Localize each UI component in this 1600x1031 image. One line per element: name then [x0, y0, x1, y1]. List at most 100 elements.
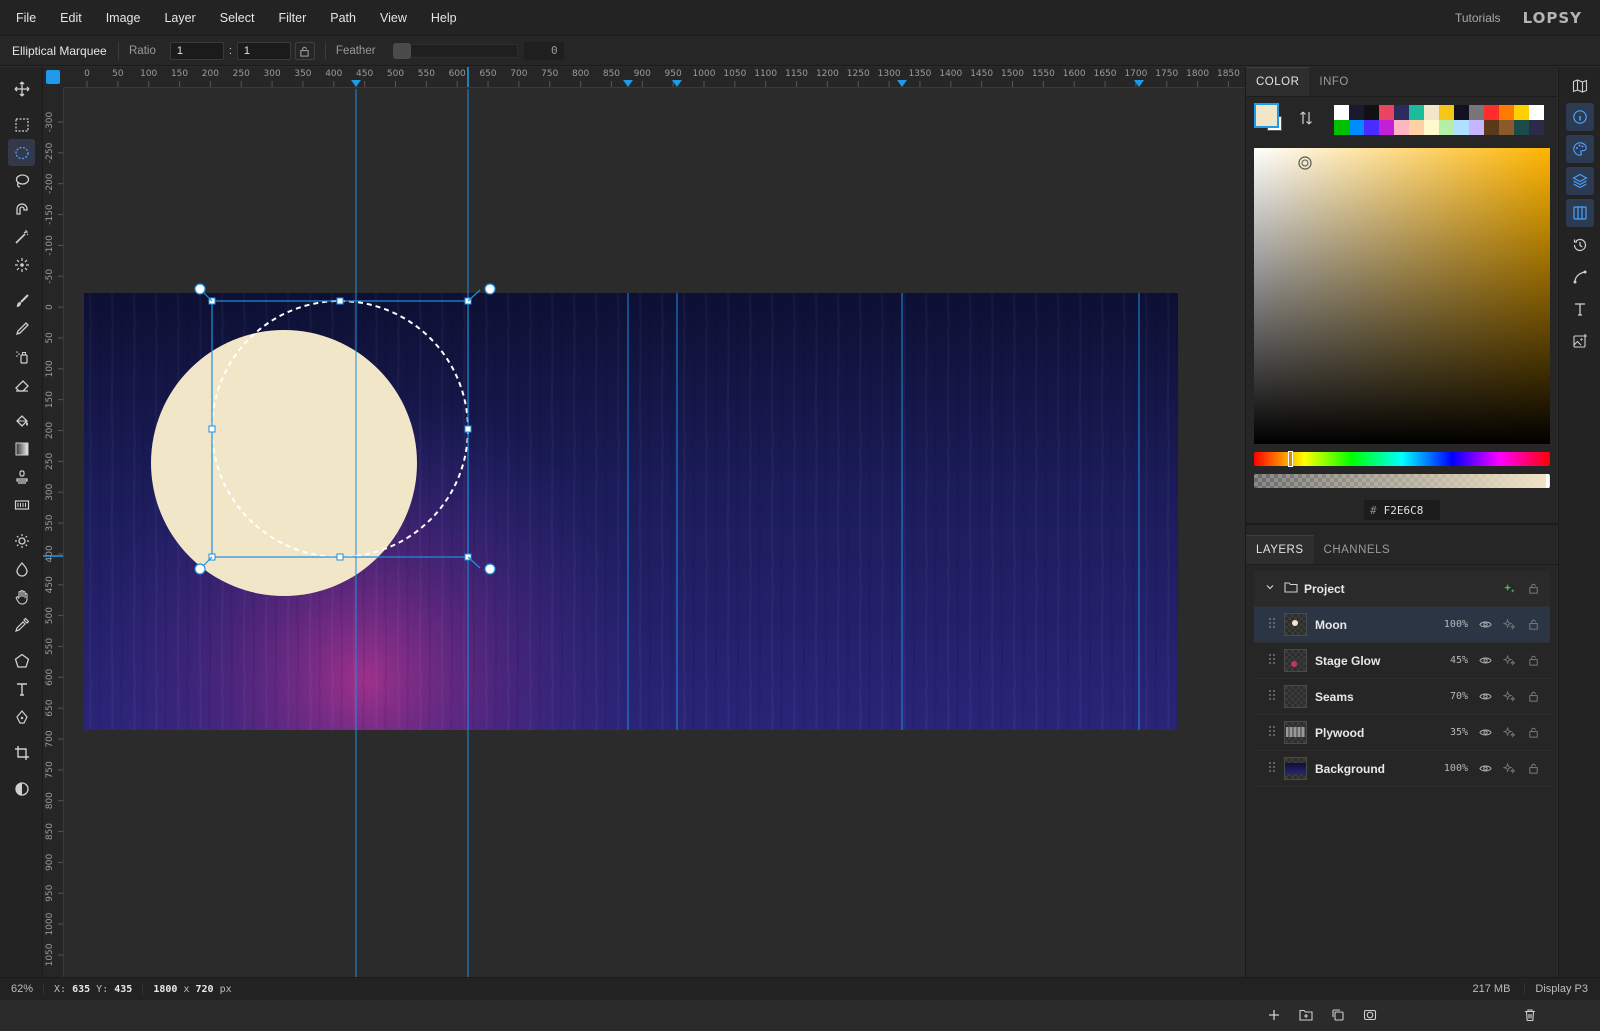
rotate-handle[interactable] — [484, 283, 496, 295]
layer-opacity[interactable]: 35% — [1428, 727, 1468, 738]
vertical-ruler[interactable]: -300 -250 -200 -150 -100 -50 0 50 100 150 200 250 30… — [43, 88, 64, 977]
tab-info[interactable]: INFO — [1309, 68, 1358, 96]
color-swatch[interactable] — [1439, 120, 1454, 135]
color-swatch[interactable] — [1379, 120, 1394, 135]
drag-handle-icon[interactable] — [1268, 689, 1276, 704]
spray-tool[interactable] — [8, 343, 35, 370]
feather-value-input[interactable]: 0 — [523, 42, 564, 60]
menu-file[interactable]: File — [0, 0, 48, 36]
color-swatch[interactable] — [1484, 105, 1499, 120]
menu-edit[interactable]: Edit — [48, 0, 94, 36]
color-swatch[interactable] — [1469, 105, 1484, 120]
color-swatch[interactable] — [1484, 120, 1499, 135]
canvas-workspace[interactable] — [64, 89, 1245, 977]
ratio-height-input[interactable] — [236, 42, 291, 60]
saturation-brightness-picker[interactable] — [1254, 148, 1550, 444]
moon-layer-content[interactable] — [151, 330, 417, 596]
eye-icon[interactable] — [1478, 726, 1492, 740]
add-group-button[interactable] — [1298, 1007, 1314, 1023]
smudge-tool[interactable] — [8, 583, 35, 610]
eye-icon[interactable] — [1478, 690, 1492, 704]
lock-icon[interactable] — [1526, 582, 1540, 596]
layer-row-background[interactable]: Background 100% — [1254, 751, 1550, 787]
channels-tab[interactable] — [1566, 199, 1594, 227]
color-swatch[interactable] — [1439, 105, 1454, 120]
guide-marker[interactable] — [897, 80, 907, 87]
layer-row-stage-glow[interactable]: Stage Glow 45% — [1254, 643, 1550, 679]
color-swatch[interactable] — [1454, 105, 1469, 120]
ellipse-marquee-tool[interactable] — [8, 139, 35, 166]
drag-handle-icon[interactable] — [1268, 617, 1276, 632]
sparkle-icon[interactable] — [1502, 582, 1516, 596]
tab-layers[interactable]: LAYERS — [1246, 535, 1314, 564]
color-swatch[interactable] — [1364, 105, 1379, 120]
layer-opacity[interactable]: 70% — [1428, 691, 1468, 702]
color-swatch[interactable] — [1394, 120, 1409, 135]
layers-tab[interactable] — [1566, 167, 1594, 195]
alpha-slider-handle[interactable] — [1546, 474, 1549, 488]
pen-tool[interactable] — [8, 703, 35, 730]
layer-row-seams[interactable]: Seams 70% — [1254, 679, 1550, 715]
move-tool[interactable] — [8, 75, 35, 102]
lock-icon[interactable] — [1526, 762, 1540, 776]
feather-slider-handle[interactable] — [392, 43, 411, 59]
pencil-tool[interactable] — [8, 315, 35, 342]
tutorials-link[interactable]: Tutorials — [1455, 11, 1501, 25]
menu-path[interactable]: Path — [318, 0, 368, 36]
menu-help[interactable]: Help — [419, 0, 469, 36]
effects-icon[interactable] — [1502, 726, 1516, 740]
brush-tool[interactable] — [8, 287, 35, 314]
layer-name[interactable]: Stage Glow — [1315, 654, 1428, 668]
drag-handle-icon[interactable] — [1268, 725, 1276, 740]
pattern-tool[interactable] — [8, 491, 35, 518]
image-tab[interactable] — [1566, 327, 1594, 355]
color-swatch[interactable] — [1529, 120, 1544, 135]
effects-icon[interactable] — [1502, 654, 1516, 668]
color-swatch[interactable] — [1424, 120, 1439, 135]
layer-name[interactable]: Background — [1315, 762, 1428, 776]
menu-layer[interactable]: Layer — [152, 0, 207, 36]
feather-slider[interactable] — [392, 43, 518, 59]
alpha-slider[interactable] — [1254, 474, 1550, 488]
color-swatch[interactable] — [1529, 105, 1544, 120]
lock-icon[interactable] — [1526, 690, 1540, 704]
color-swatch[interactable] — [1394, 105, 1409, 120]
ratio-width-input[interactable] — [169, 42, 224, 60]
color-swatch[interactable] — [1514, 105, 1529, 120]
add-layer-button[interactable] — [1266, 1007, 1282, 1023]
transform-handle[interactable] — [336, 297, 344, 305]
ratio-lock-button[interactable] — [294, 42, 315, 60]
color-swatch[interactable] — [1364, 120, 1379, 135]
gradient-tool[interactable] — [8, 435, 35, 462]
color-profile[interactable]: Display P3 — [1524, 983, 1588, 995]
color-swatch[interactable] — [1334, 120, 1349, 135]
hue-slider-handle[interactable] — [1288, 451, 1293, 467]
tab-channels[interactable]: CHANNELS — [1314, 536, 1401, 564]
crop-tool[interactable] — [8, 739, 35, 766]
document-canvas[interactable] — [64, 89, 1245, 977]
transform-handle[interactable] — [336, 553, 344, 561]
duplicate-layer-button[interactable] — [1330, 1007, 1346, 1023]
color-swatch[interactable] — [1379, 105, 1394, 120]
tab-color[interactable]: COLOR — [1246, 67, 1310, 96]
foreground-color-swatch[interactable] — [1254, 103, 1279, 128]
bucket-tool[interactable] — [8, 407, 35, 434]
color-swatch[interactable] — [1349, 105, 1364, 120]
menu-select[interactable]: Select — [208, 0, 267, 36]
layer-row-plywood[interactable]: Plywood 35% — [1254, 715, 1550, 751]
transform-handle[interactable] — [464, 425, 472, 433]
layer-name[interactable]: Plywood — [1315, 726, 1428, 740]
eraser-tool[interactable] — [8, 371, 35, 398]
color-swatch[interactable] — [1499, 105, 1514, 120]
horizontal-ruler[interactable]: 0 50 100 150 200 250 300 350 400 450 500 550 600 650 7… — [64, 67, 1245, 88]
effects-icon[interactable] — [1502, 762, 1516, 776]
paths-tab[interactable] — [1566, 263, 1594, 291]
menu-filter[interactable]: Filter — [266, 0, 318, 36]
ruler-origin[interactable] — [43, 67, 64, 88]
effects-icon[interactable] — [1502, 618, 1516, 632]
layer-opacity[interactable]: 100% — [1428, 619, 1468, 630]
color-swatch[interactable] — [1334, 105, 1349, 120]
navigator-tab[interactable] — [1566, 72, 1594, 100]
color-swatch[interactable] — [1349, 120, 1364, 135]
color-swatch[interactable] — [1424, 105, 1439, 120]
